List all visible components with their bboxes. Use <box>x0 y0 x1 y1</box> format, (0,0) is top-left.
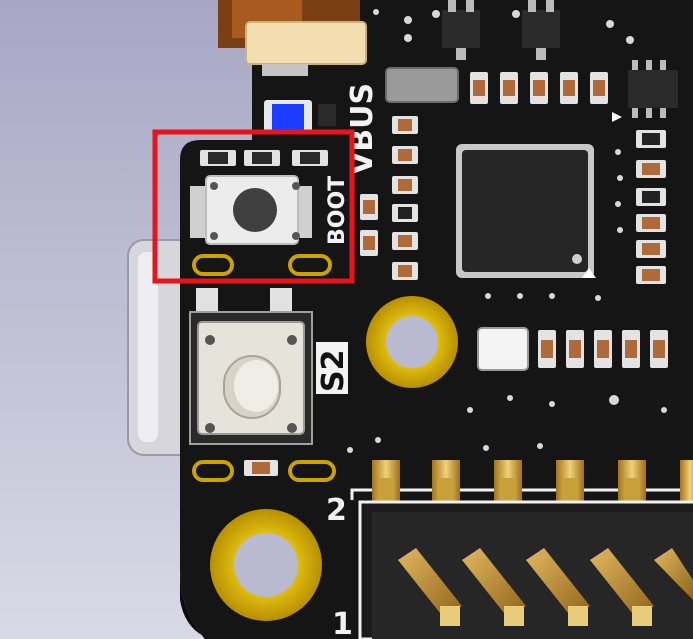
pin-2-label: 2 <box>326 493 347 528</box>
reset-button-s2[interactable] <box>189 288 313 445</box>
s2-label: S2 <box>316 350 351 392</box>
pcb-3d-view: VBUS BOOT S2 2 1 <box>0 0 693 639</box>
resistor-row-middle <box>477 327 668 371</box>
boot-area-resistors <box>200 150 328 166</box>
boot-button[interactable] <box>190 175 312 245</box>
pin-1-label: 1 <box>332 607 353 639</box>
pcb-render: VBUS BOOT S2 2 1 <box>0 0 693 639</box>
boot-label: BOOT <box>325 176 350 245</box>
microcontroller <box>456 144 596 278</box>
boot-button-cap[interactable] <box>233 188 277 232</box>
regulator <box>385 67 459 103</box>
